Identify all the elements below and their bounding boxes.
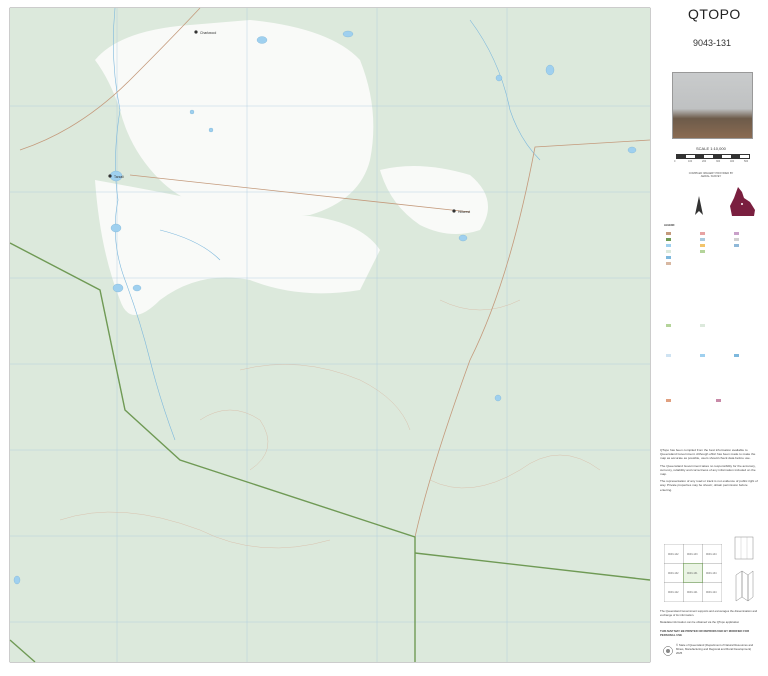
scale-tick: 500 xyxy=(744,160,749,163)
index-sheet-label: 9043-122 xyxy=(668,591,679,594)
index-sheet-label: 9043-121 xyxy=(687,591,698,594)
legend-swatch-g xyxy=(734,244,739,247)
legend-swatch-f xyxy=(734,238,739,241)
place-label-hillcrest: Hillcrest xyxy=(458,210,470,214)
queensland-locator-icon xyxy=(730,187,755,216)
topographic-map[interactable]: Charlwood Tarzali Hillcrest xyxy=(0,0,660,671)
legend-swatch-d xyxy=(700,250,705,253)
scale-tick: 0 xyxy=(674,160,676,163)
legend-swatch-h xyxy=(666,324,671,327)
legend-swatch-vegetation xyxy=(666,250,671,253)
legend-swatch-l xyxy=(734,354,739,357)
adjoining-sheets-index: 9043-142 9043-143 9043-144 9043-132 9043… xyxy=(664,544,722,602)
disclaimer-text: QTopo has been compiled from the best in… xyxy=(660,448,760,492)
cover-photo xyxy=(672,72,753,139)
scale-tick: 400 xyxy=(730,160,735,163)
disclaimer-paragraph: The Queensland Government takes no respo… xyxy=(660,463,756,477)
legend-swatch-creek xyxy=(666,256,671,259)
map-legend: LEGEND xyxy=(664,224,762,444)
footer-support-note: The Queensland Government supports and e… xyxy=(660,609,758,617)
legend-swatch-n xyxy=(716,399,721,402)
footer-metadata-note: Metadata information can be obtained via… xyxy=(660,619,740,624)
index-sheet-label: 9043-144 xyxy=(706,553,717,556)
fold-diagram-icon xyxy=(734,536,754,602)
legend-swatch-c xyxy=(700,244,705,247)
scale-tick: 200 xyxy=(702,160,707,163)
legend-swatch-i xyxy=(700,324,705,327)
index-sheet-label: 9043-143 xyxy=(687,553,698,556)
index-sheet-label: 9043-131 xyxy=(687,572,698,575)
legend-swatch-k xyxy=(700,354,705,357)
index-sheet-label: 9043-132 xyxy=(668,572,679,575)
index-sheet-label: 9043-124 xyxy=(706,591,717,594)
scale-tick: 100 xyxy=(688,160,693,163)
legend-swatch-contour xyxy=(666,262,671,265)
copyright-text: © State of Queensland (Department of Nat… xyxy=(676,643,754,655)
scale-tick-labels: 0 100 200 300 400 500 xyxy=(674,160,749,163)
scale-label: SCALE 1:10,000 xyxy=(696,146,726,151)
legend-swatch-e xyxy=(734,232,739,235)
map-title: QTOPO xyxy=(688,6,741,22)
legend-swatch-boundary xyxy=(666,238,671,241)
place-label-charlwood: Charlwood xyxy=(200,31,216,35)
legend-heading: LEGEND xyxy=(664,224,675,227)
footer-notes: The Queensland Government supports and e… xyxy=(660,609,764,638)
legend-swatch-m xyxy=(666,399,671,402)
imagery-info: COMPILED IMAGERY PROVIDED BY AERIAL SURV… xyxy=(688,172,734,179)
legend-swatch-b xyxy=(700,238,705,241)
legend-swatch-j xyxy=(666,354,671,357)
index-sheet-label: 9043-142 xyxy=(668,553,679,556)
place-label-tarzali: Tarzali xyxy=(114,175,124,179)
index-sheet-label: 9043-134 xyxy=(706,572,717,575)
legend-swatch-a xyxy=(700,232,705,235)
disclaimer-paragraph: The representation of any road or track … xyxy=(660,479,758,492)
north-arrow-icon xyxy=(695,196,703,215)
disclaimer-paragraph: QTopo has been compiled from the best in… xyxy=(660,448,756,461)
scale-tick: 300 xyxy=(716,160,721,163)
queensland-government-logo xyxy=(663,646,673,656)
footer-warning: THIS MAP MAY BE PRINTED OR REPRODUCED BY… xyxy=(660,629,750,638)
sheet-number: 9043-131 xyxy=(693,38,732,48)
legend-swatch-road xyxy=(666,232,671,235)
legend-swatch-water xyxy=(666,244,671,247)
